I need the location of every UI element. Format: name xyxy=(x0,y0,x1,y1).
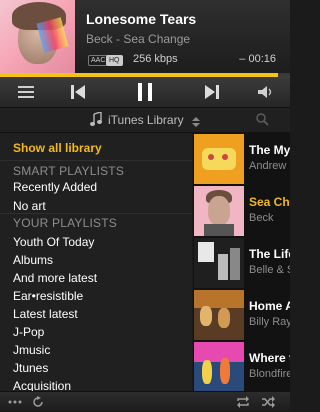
album-artwork xyxy=(194,238,244,288)
album-artist: Belle & S xyxy=(249,264,290,276)
your-playlists-header: YOUR PLAYLISTS xyxy=(13,216,117,230)
smart-playlist-item[interactable]: Recently Added xyxy=(13,180,97,194)
previous-track-icon[interactable] xyxy=(60,77,96,107)
menu-icon[interactable] xyxy=(8,77,44,107)
playlist-item[interactable]: Latest latest xyxy=(13,307,78,321)
divider xyxy=(0,213,192,214)
album-artist: Blondfire xyxy=(249,368,290,380)
album-artwork xyxy=(194,342,244,391)
source-dropdown-icon[interactable] xyxy=(192,114,200,132)
playlist-item[interactable]: And more latest xyxy=(13,271,97,285)
album-title: Home A xyxy=(249,299,290,313)
music-note-icon xyxy=(90,111,102,131)
smart-playlist-item[interactable]: No art xyxy=(13,199,46,213)
repeat-icon[interactable] xyxy=(236,392,250,412)
playback-controls xyxy=(0,77,290,108)
time-remaining: – 00:16 xyxy=(239,53,276,65)
playlist-item[interactable]: Ear•resistible xyxy=(13,289,83,303)
album-artwork xyxy=(194,186,244,236)
playlist-item[interactable]: Jmusic xyxy=(13,343,50,357)
album-artist: Beck xyxy=(249,212,274,224)
divider xyxy=(0,160,192,161)
album-list: The Mys Andrew Sea Cha Beck The Life Bel… xyxy=(193,133,290,391)
smart-playlists-header: SMART PLAYLISTS xyxy=(13,164,125,178)
playlist-item[interactable]: Acquisition xyxy=(13,379,71,391)
pause-icon[interactable] xyxy=(127,77,163,107)
playlist-item[interactable]: Youth Of Today xyxy=(13,235,94,249)
album-row[interactable]: Where t Blondfire xyxy=(193,341,290,391)
album-title: Sea Cha xyxy=(249,195,290,209)
album-artwork xyxy=(194,134,244,184)
album-title: The Life xyxy=(249,247,290,261)
album-artist: Billy Ray xyxy=(249,316,290,328)
track-artist-album: Beck - Sea Change xyxy=(86,32,191,46)
search-icon[interactable] xyxy=(256,113,269,131)
now-playing-panel: Lonesome Tears Beck - Sea Change AAC HQ … xyxy=(0,0,290,73)
refresh-icon[interactable] xyxy=(32,392,44,412)
playlist-sidebar: Show all library SMART PLAYLISTS Recentl… xyxy=(0,133,192,391)
show-all-library[interactable]: Show all library xyxy=(13,141,102,155)
bottom-toolbar xyxy=(0,391,290,412)
album-row[interactable]: Home A Billy Ray xyxy=(193,289,290,340)
album-row[interactable]: The Life Belle & S xyxy=(193,237,290,288)
album-title: Where t xyxy=(249,351,290,365)
track-title: Lonesome Tears xyxy=(86,11,197,27)
bitrate: 256 kbps xyxy=(133,53,178,65)
quality-badge: HQ xyxy=(106,55,123,66)
album-artwork xyxy=(194,290,244,340)
source-label: iTunes Library xyxy=(108,113,184,127)
playlist-item[interactable]: Jtunes xyxy=(13,361,48,375)
shuffle-icon[interactable] xyxy=(262,392,276,412)
more-options-icon[interactable] xyxy=(8,392,22,412)
playlist-item[interactable]: J-Pop xyxy=(13,325,44,339)
album-row[interactable]: Sea Cha Beck xyxy=(193,185,290,236)
now-playing-artwork[interactable] xyxy=(0,0,75,73)
source-selector[interactable]: iTunes Library xyxy=(0,108,290,133)
album-row[interactable]: The Mys Andrew xyxy=(193,133,290,184)
next-track-icon[interactable] xyxy=(194,77,230,107)
volume-icon[interactable] xyxy=(250,77,280,107)
album-artist: Andrew xyxy=(249,160,287,172)
playlist-item[interactable]: Albums xyxy=(13,253,53,267)
album-title: The Mys xyxy=(249,143,290,157)
